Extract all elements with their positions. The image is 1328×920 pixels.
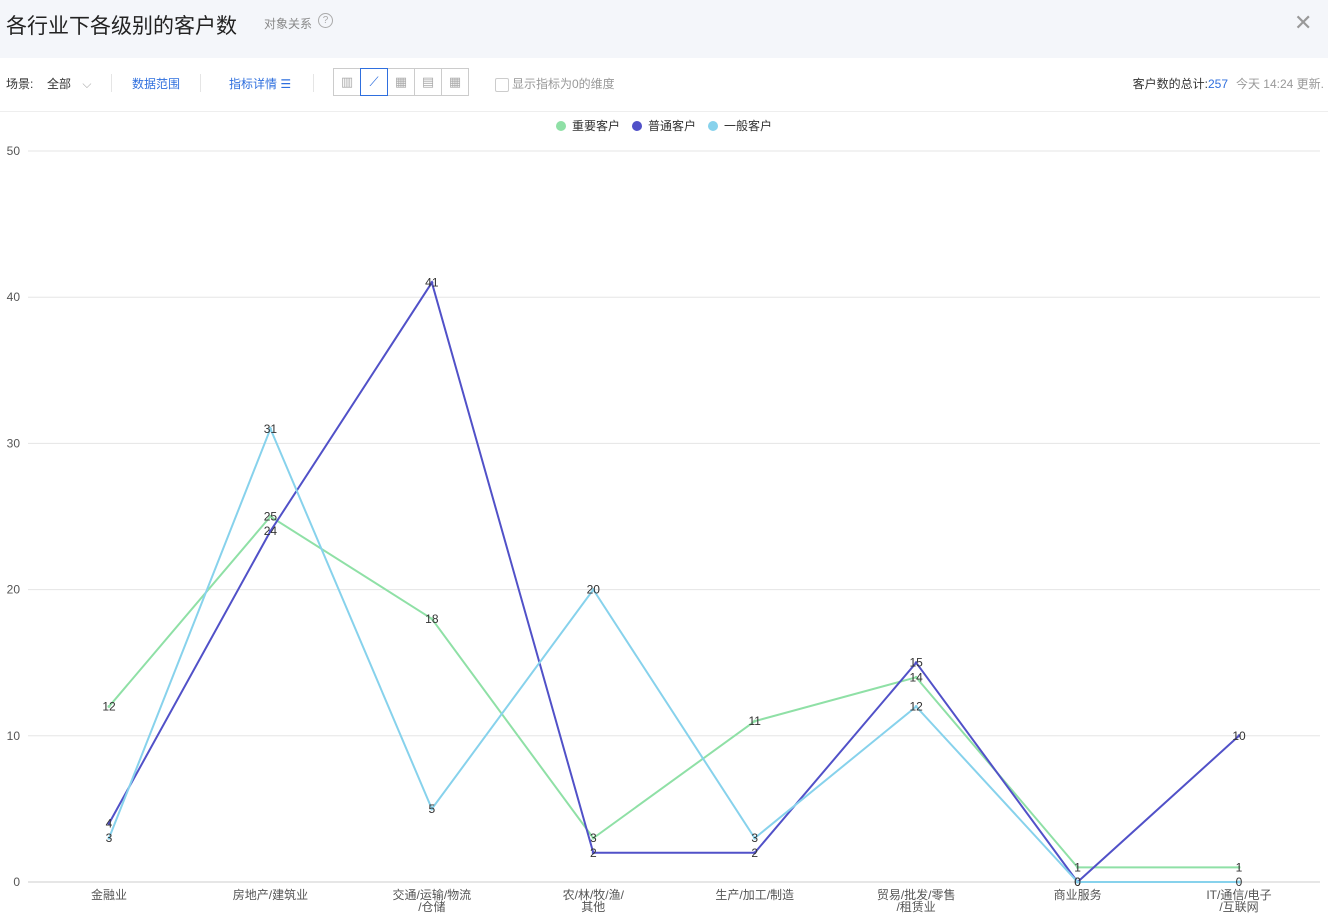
updated-time: 今天 14:24 更新. — [1235, 77, 1324, 91]
object-relation-link[interactable]: 对象关系 — [264, 15, 312, 32]
scene-select[interactable]: 全部 ⌵ — [47, 75, 91, 92]
data-range-button[interactable]: 数据范围 — [132, 75, 180, 92]
data-label: 11 — [748, 714, 761, 728]
x-tick-label: 房地产/建筑业 — [233, 887, 308, 902]
series-line — [108, 426, 1240, 883]
y-tick-label: 30 — [7, 436, 21, 450]
x-tick-label: 商业服务 — [1054, 887, 1102, 902]
legend-label: 重要客户 — [572, 118, 620, 133]
legend-label: 普通客户 — [648, 118, 696, 133]
data-label: 20 — [587, 583, 601, 597]
data-label: 31 — [264, 422, 278, 436]
data-label: 5 — [429, 802, 436, 816]
x-tick-label: 生产/加工/制造 — [715, 888, 794, 902]
x-tick-label: /互联网 — [1219, 900, 1258, 914]
question-circle-icon[interactable]: ? — [318, 13, 333, 28]
y-tick-label: 0 — [13, 875, 20, 889]
show-zero-label: 显示指标为0的维度 — [512, 77, 615, 91]
y-tick-label: 50 — [7, 144, 21, 158]
y-tick-label: 20 — [7, 583, 21, 597]
line-chart-icon[interactable]: ⟋ — [360, 68, 388, 96]
data-label: 2 — [590, 846, 597, 860]
data-label: 4 — [106, 817, 113, 831]
y-tick-label: 40 — [7, 290, 21, 304]
data-label: 0 — [1074, 875, 1081, 889]
list-icon: ☰ — [280, 77, 292, 91]
page-title: 各行业下各级别的客户数 — [6, 15, 237, 38]
metric-detail-label: 指标详情 — [229, 77, 278, 91]
bar-chart-icon[interactable]: ▥ — [333, 68, 361, 96]
data-label: 24 — [264, 524, 278, 538]
heatmap-icon[interactable]: ▦ — [387, 68, 415, 96]
total-value: 257 — [1207, 77, 1228, 91]
table-icon[interactable]: ▦ — [441, 68, 469, 96]
legend-label: 一般客户 — [724, 118, 772, 133]
x-tick-label: /仓储 — [418, 899, 445, 914]
data-label: 15 — [909, 656, 923, 670]
metric-detail-button[interactable]: 指标详情 ☰ — [229, 75, 291, 92]
data-label: 10 — [1232, 729, 1246, 743]
x-tick-label: 其他 — [581, 900, 605, 914]
data-label: 18 — [425, 612, 439, 626]
line-chart: 01020304050金融业 房地产/建筑业 交通/运输/物流/仓储农/林/牧/渔/… — [7, 118, 1320, 914]
legend-marker — [556, 121, 566, 131]
chevron-down-icon: ⌵ — [82, 77, 92, 91]
close-icon[interactable]: ✕ — [1294, 10, 1312, 36]
data-label: 14 — [909, 670, 923, 684]
toolbar: 场景: 全部 ⌵ 数据范围 指标详情 ☰ ▥ ⟋ ▦ ▤ ▦ 显示指标为0的维度… — [0, 58, 1328, 112]
total-label: 客户数的总计:257 — [1133, 75, 1228, 92]
x-tick-label: /租赁业 — [896, 900, 935, 914]
data-label: 12 — [909, 700, 923, 714]
series-line — [108, 515, 1240, 869]
dialog-header: 各行业下各级别的客户数 对象关系 ? ✕ — [0, 0, 1328, 58]
data-label: 1 — [1074, 860, 1081, 874]
x-tick-label: 金融业 — [91, 887, 127, 902]
legend-marker — [708, 121, 718, 131]
data-label: 2 — [751, 846, 758, 860]
data-label: 12 — [102, 700, 116, 714]
data-label: 41 — [425, 276, 439, 290]
scene-value: 全部 — [47, 77, 72, 91]
scene-label: 场景: — [6, 77, 34, 91]
data-label: 0 — [1236, 875, 1243, 889]
series-line — [108, 280, 1240, 884]
data-label: 25 — [264, 510, 278, 524]
pivot-table-icon[interactable]: ▤ — [414, 68, 442, 96]
data-label: 3 — [751, 831, 758, 845]
total-text: 客户数的总计: — [1132, 77, 1208, 91]
show-zero-checkbox[interactable] — [495, 78, 509, 92]
data-label: 1 — [1236, 860, 1243, 874]
data-label: 3 — [106, 831, 113, 845]
legend-marker — [632, 121, 642, 131]
y-tick-label: 10 — [7, 729, 21, 743]
